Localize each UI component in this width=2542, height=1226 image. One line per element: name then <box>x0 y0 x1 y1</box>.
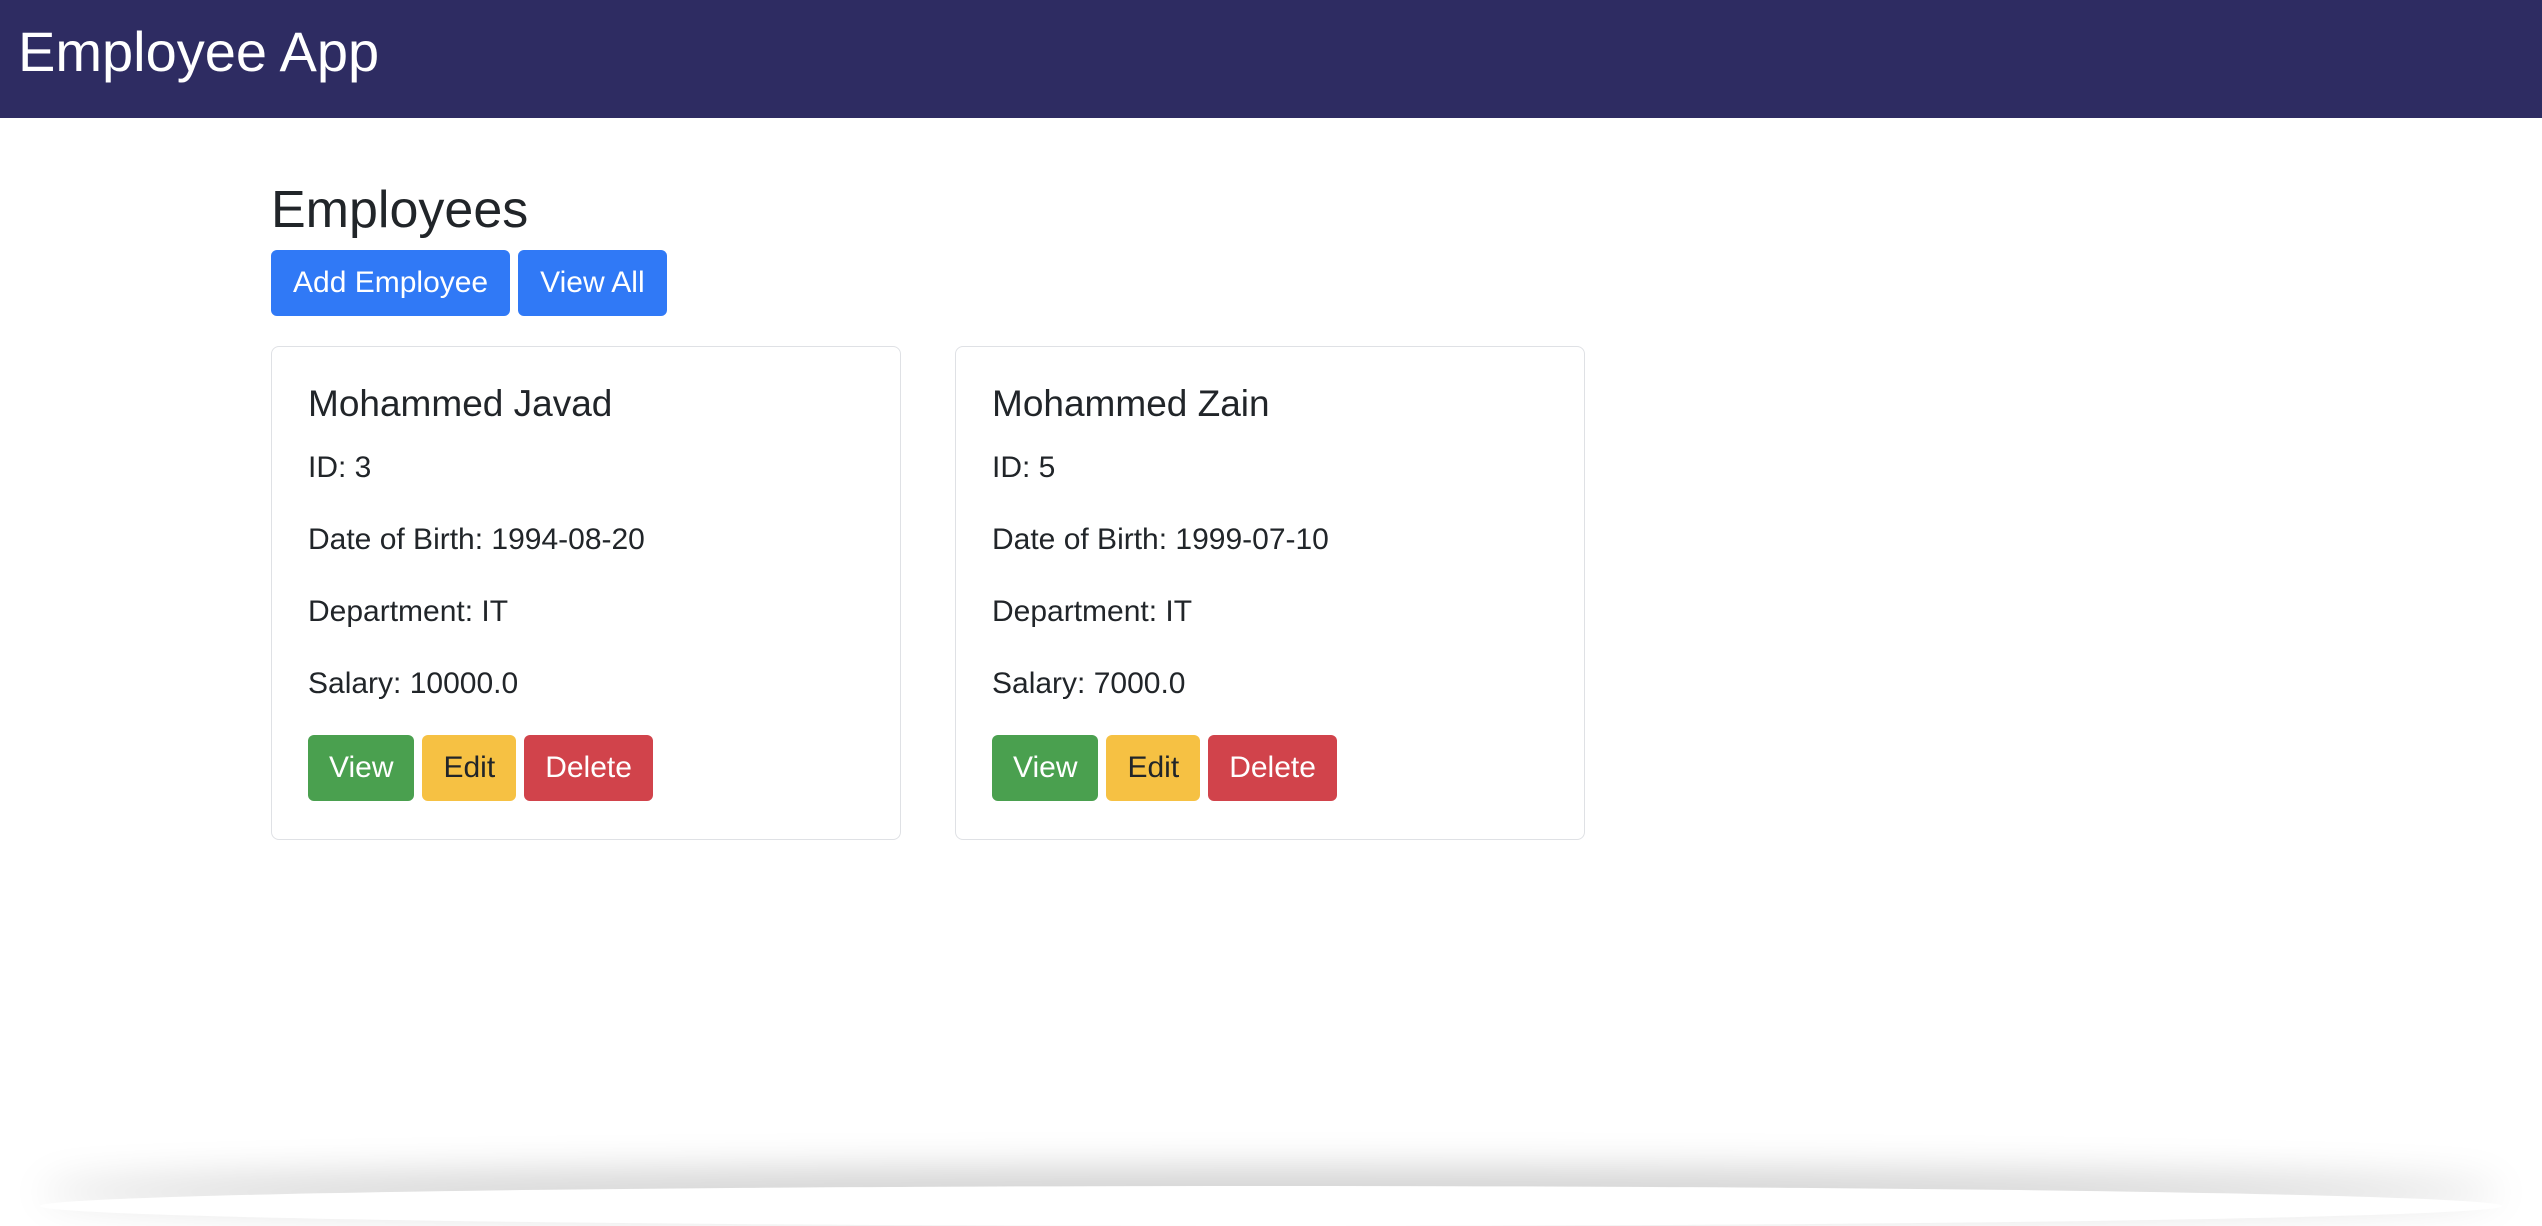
page-title: Employees <box>271 181 529 239</box>
employee-card: Mohammed Javad ID: 3 Date of Birth: 1994… <box>271 346 901 840</box>
delete-employee-button[interactable]: Delete <box>524 735 653 801</box>
employee-id: ID: 3 <box>308 451 372 484</box>
employee-dob: Date of Birth: 1994-08-20 <box>308 523 645 556</box>
view-employee-button[interactable]: View <box>992 735 1099 801</box>
employee-dob: Date of Birth: 1999-07-10 <box>992 523 1329 556</box>
employee-card-actions: View Edit Delete <box>992 735 1337 801</box>
employee-department: Department: IT <box>992 595 1193 628</box>
employee-card-list: Mohammed Javad ID: 3 Date of Birth: 1994… <box>271 346 1585 840</box>
view-employee-button[interactable]: View <box>308 735 415 801</box>
add-employee-button[interactable]: Add Employee <box>271 250 511 316</box>
employee-name: Mohammed Javad <box>308 383 613 424</box>
view-all-button[interactable]: View All <box>518 250 667 316</box>
employee-department: Department: IT <box>308 595 509 628</box>
page-actions: Add Employee View All <box>271 250 667 318</box>
employee-card-actions: View Edit Delete <box>308 735 653 801</box>
employee-salary: Salary: 7000.0 <box>992 667 1186 700</box>
edit-employee-button[interactable]: Edit <box>422 735 517 801</box>
employee-salary: Salary: 10000.0 <box>308 667 519 700</box>
employee-card: Mohammed Zain ID: 5 Date of Birth: 1999-… <box>955 346 1585 840</box>
employee-name: Mohammed Zain <box>992 383 1270 424</box>
brand-link[interactable]: Employee App <box>18 16 379 88</box>
edit-employee-button[interactable]: Edit <box>1106 735 1201 801</box>
bottom-shadow <box>40 1186 2502 1226</box>
employee-id: ID: 5 <box>992 451 1056 484</box>
delete-employee-button[interactable]: Delete <box>1208 735 1337 801</box>
navbar: Employee App <box>0 0 2542 118</box>
